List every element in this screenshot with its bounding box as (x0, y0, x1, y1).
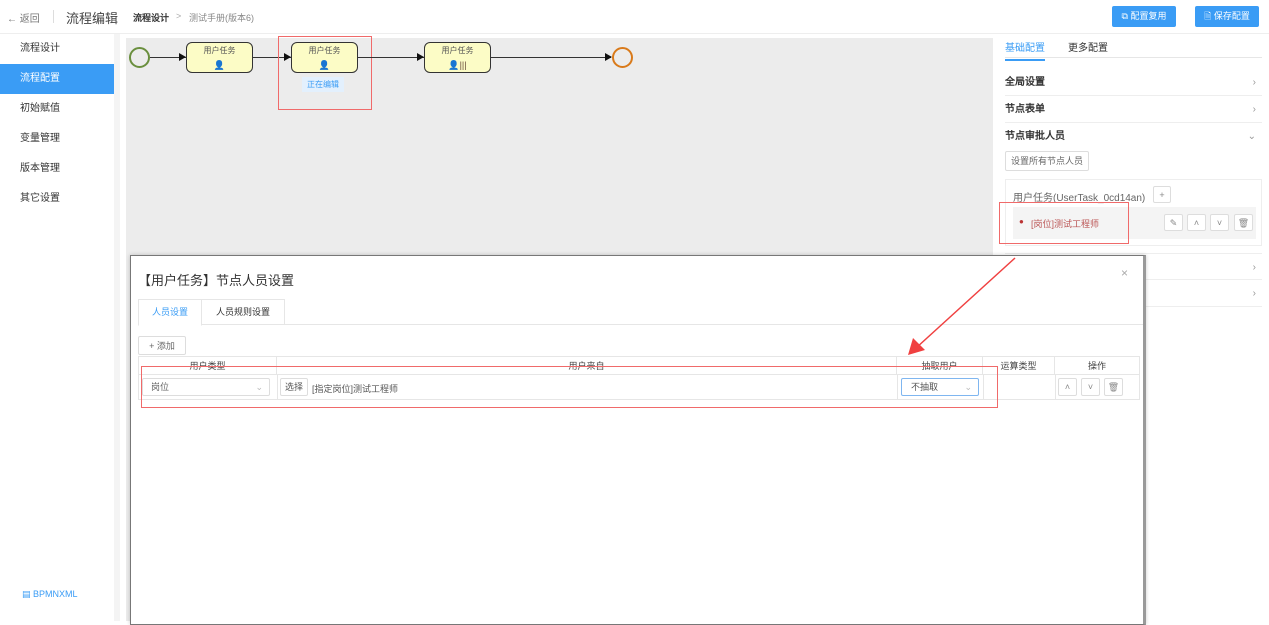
section-label: 全局设置 (1005, 77, 1045, 88)
user-icon: 👤 (213, 60, 226, 70)
sidebar: 流程设计 流程配置 初始赋值 变量管理 版本管理 其它设置 ▤ BPMNXML (0, 34, 120, 621)
sidebar-item-other[interactable]: 其它设置 (0, 184, 114, 214)
sidebar-item-design[interactable]: 流程设计 (0, 34, 114, 64)
sidebar-item-versions[interactable]: 版本管理 (0, 154, 114, 184)
arrow-icon (179, 53, 186, 61)
divider (53, 10, 54, 23)
chevron-right-icon: › (1252, 77, 1256, 88)
top-bar: ← 返回 流程编辑 流程设计 > 测试手册(版本6) ⧉ 配置复用 🗎 保存配置 (0, 0, 1269, 34)
save-config-button[interactable]: 🗎 保存配置 (1195, 6, 1259, 27)
edit-icon[interactable]: ✎ (1164, 214, 1183, 231)
start-event[interactable] (129, 47, 150, 68)
dialog-tabs: 人员设置 人员规则设置 (138, 299, 1143, 326)
section-label: 节点审批人员 (1005, 131, 1065, 142)
app-title: 流程编辑 (66, 11, 119, 26)
breadcrumb-root[interactable]: 流程设计 (133, 11, 169, 24)
chevron-right-icon: › (1252, 262, 1256, 273)
highlight-box (278, 36, 372, 110)
add-assignee-button[interactable]: + (1153, 186, 1171, 203)
back-label: 返回 (19, 14, 40, 25)
save-config-label: 保存配置 (1213, 11, 1250, 21)
chevron-up-icon[interactable]: ˄ (1187, 214, 1206, 231)
highlight-box (141, 366, 998, 408)
breadcrumb-current: 测试手册(版本6) (189, 13, 254, 23)
section-node-form[interactable]: 节点表单 › (1005, 96, 1262, 123)
dialog-title: 【用户任务】节点人员设置 (138, 273, 295, 288)
arrow-icon (417, 53, 424, 61)
user-task-node[interactable]: 用户任务 👤 (186, 42, 253, 73)
chevron-right-icon: › (1252, 104, 1256, 115)
copy-icon: ⧉ (1121, 11, 1128, 21)
trash-icon[interactable]: 🗑 (1104, 378, 1123, 396)
section-node-approvers[interactable]: 节点审批人员 ⌄ (1005, 123, 1262, 150)
node-label: 用户任务 (203, 46, 236, 55)
bpmn-xml-label: BPMNXML (33, 589, 78, 599)
tab-personnel-rules[interactable]: 人员规则设置 (202, 299, 285, 325)
arrow-left-icon: ← (7, 14, 17, 25)
copy-config-button[interactable]: ⧉ 配置复用 (1112, 6, 1176, 27)
column-header: 操作 (1087, 361, 1106, 371)
file-icon: 🗎 (1204, 11, 1212, 21)
close-icon[interactable]: × (1121, 266, 1128, 280)
section-label: 节点表单 (1005, 104, 1045, 115)
chevron-down-icon: ⌄ (1247, 131, 1256, 142)
multi-user-icon: 👤||| (448, 60, 467, 70)
divider (1005, 57, 1262, 58)
arrow-icon (605, 53, 612, 61)
bpmn-xml-link[interactable]: ▤ BPMNXML (22, 589, 78, 600)
move-up-button[interactable]: ˄ (1058, 378, 1077, 396)
set-all-nodes-button[interactable]: 设置所有节点人员 (1005, 151, 1089, 171)
breadcrumb-separator: > (176, 11, 182, 21)
user-task-node[interactable]: 用户任务 👤||| (424, 42, 491, 73)
back-button[interactable]: ← 返回 (7, 10, 40, 25)
node-personnel-dialog: 【用户任务】节点人员设置 × 人员设置 人员规则设置 + 添加 用户类型 用户来… (130, 255, 1146, 625)
end-event[interactable] (612, 47, 633, 68)
trash-icon[interactable]: 🗑 (1234, 214, 1253, 231)
tab-more-config[interactable]: 更多配置 (1068, 39, 1108, 54)
sequence-flow (358, 57, 424, 58)
tab-personnel-settings[interactable]: 人员设置 (138, 299, 202, 326)
divider (1055, 375, 1056, 400)
file-icon: ▤ (22, 589, 31, 599)
highlight-box (999, 202, 1129, 244)
sidebar-item-init[interactable]: 初始赋值 (0, 94, 114, 124)
sequence-flow (491, 57, 611, 58)
chevron-right-icon: › (1252, 288, 1256, 299)
move-down-button[interactable]: ˅ (1081, 378, 1100, 396)
sidebar-item-config[interactable]: 流程配置 (0, 64, 114, 94)
copy-config-label: 配置复用 (1130, 11, 1167, 21)
section-global-settings[interactable]: 全局设置 › (1005, 69, 1262, 96)
add-label: 添加 (156, 341, 175, 351)
node-label: 用户任务 (441, 46, 474, 55)
sidebar-item-variables[interactable]: 变量管理 (0, 124, 114, 154)
plus-icon: + (149, 341, 155, 351)
chevron-down-icon[interactable]: ˅ (1210, 214, 1229, 231)
add-button[interactable]: + 添加 (138, 336, 186, 355)
